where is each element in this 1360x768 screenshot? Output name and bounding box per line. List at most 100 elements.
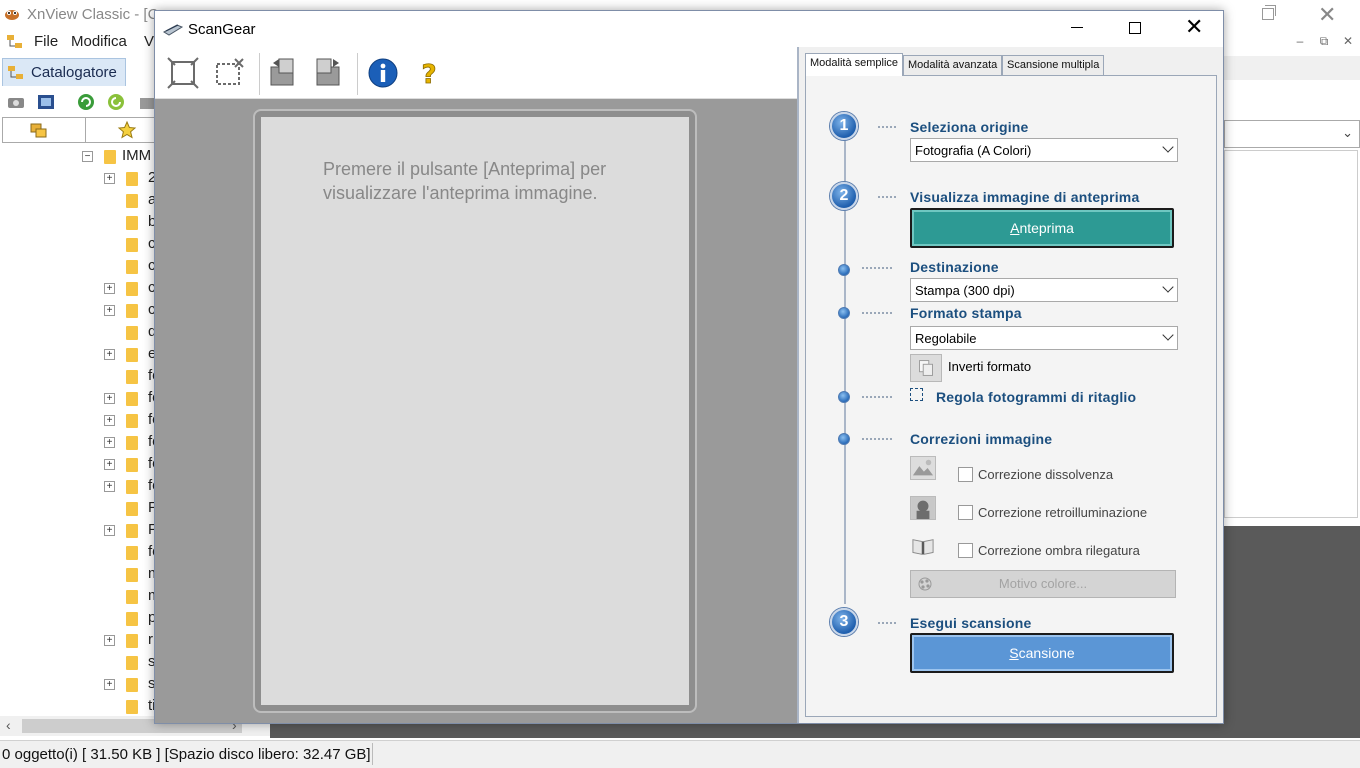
catalog-icon [8, 66, 23, 79]
tab-advanced-mode[interactable]: Modalità avanzata [903, 55, 1003, 75]
maximize-icon[interactable] [1129, 22, 1141, 34]
xnview-toolbar [0, 88, 160, 116]
preview-button-label: nteprima [1019, 220, 1074, 236]
tree-item-label: r [148, 631, 153, 648]
restore-icon[interactable]: ⧉ [1312, 34, 1336, 49]
expand-icon[interactable]: + [104, 679, 115, 690]
menu-view[interactable]: V [144, 33, 154, 50]
gutter-shadow-checkbox[interactable] [958, 543, 973, 558]
scan-button-mnemonic: S [1009, 645, 1019, 661]
xnview-file-list[interactable] [1224, 150, 1358, 518]
close-icon[interactable]: ✕ [1318, 2, 1336, 28]
invert-format-label: Inverti formato [948, 359, 1032, 374]
scroll-left-icon[interactable]: ‹ [6, 717, 11, 733]
tab-simple-mode[interactable]: Modalità semplice [805, 53, 904, 76]
scan-button[interactable]: Scansione [910, 633, 1174, 673]
xnview-window-title: XnView Classic - [C [27, 6, 159, 23]
fade-correction-icon [910, 456, 936, 480]
chevron-down-icon [1162, 329, 1174, 341]
destination-select[interactable]: Stampa (300 dpi) [910, 278, 1178, 302]
preview-platen: Premere il pulsante [Anteprima] per visu… [253, 109, 697, 713]
expand-icon[interactable]: + [104, 459, 115, 470]
minimize-icon[interactable] [1071, 27, 1083, 28]
rotate-right-icon[interactable] [311, 55, 347, 91]
expand-icon[interactable]: + [104, 283, 115, 294]
fit-select-icon[interactable] [165, 55, 201, 91]
backlight-correction-checkbox[interactable] [958, 505, 973, 520]
expand-icon[interactable]: + [104, 305, 115, 316]
folder-icon [104, 150, 116, 164]
image-corrections-label: Correzioni immagine [910, 431, 1053, 447]
expand-icon[interactable]: + [104, 437, 115, 448]
chevron-down-icon: ⌄ [1342, 125, 1353, 140]
collapse-icon[interactable]: − [82, 151, 93, 162]
preview-area[interactable]: Premere il pulsante [Anteprima] per visu… [155, 99, 797, 723]
fade-correction-checkbox[interactable] [958, 467, 973, 482]
folder-icon [126, 260, 138, 274]
folder-icon [126, 524, 138, 538]
folder-icon [126, 568, 138, 582]
folder-tree: − IMM +2abcc+c+cd+efo+fo+fo+fo+fo+foF+Ff… [0, 146, 156, 716]
folder-icon [126, 480, 138, 494]
folder-icon [126, 238, 138, 252]
close-icon[interactable]: ✕ [1185, 16, 1203, 38]
folder-icon [126, 678, 138, 692]
scangear-dialog: ScanGear ✕ ? Premere il pulsante [Antepr… [154, 10, 1224, 724]
tab-catalogatore[interactable]: Catalogatore [2, 58, 126, 86]
color-pattern-button[interactable]: Motivo colore... [910, 570, 1176, 598]
scangear-title: ScanGear [188, 21, 256, 38]
restore-icon[interactable] [1262, 5, 1276, 20]
crop-frame-icon [910, 388, 923, 401]
preview-button[interactable]: Anteprima [910, 208, 1174, 248]
tree-header [2, 117, 160, 143]
svg-text:?: ? [421, 60, 436, 90]
eye-icon[interactable] [6, 92, 26, 112]
expand-icon[interactable]: + [104, 415, 115, 426]
clear-select-icon[interactable] [211, 55, 247, 91]
toolbar-separator [357, 53, 358, 95]
xnview-path-dropdown[interactable]: ⌄ [1224, 120, 1360, 148]
preview-canvas[interactable]: Premere il pulsante [Anteprima] per visu… [261, 117, 689, 705]
folder-icon [126, 612, 138, 626]
folder-icon [126, 348, 138, 362]
expand-icon[interactable]: + [104, 349, 115, 360]
invert-format-button[interactable] [910, 354, 942, 382]
adjust-crop-frames-link[interactable]: Regola fotogrammi di ritaglio [936, 389, 1136, 405]
folder-icon [126, 216, 138, 230]
catalog-icon [7, 35, 22, 48]
close-icon[interactable]: ✕ [1336, 34, 1360, 48]
refresh-icon[interactable] [76, 92, 96, 112]
status-separator [372, 743, 373, 765]
info-icon[interactable] [365, 55, 401, 91]
destination-dot [838, 264, 850, 276]
xnview-preview-pane [1224, 526, 1360, 738]
minimize-icon[interactable]: – [1288, 34, 1312, 48]
expand-icon[interactable]: + [104, 635, 115, 646]
step-dots [862, 396, 892, 398]
print-size-select[interactable]: Regolabile [910, 326, 1178, 350]
expand-icon[interactable]: + [104, 525, 115, 536]
source-select[interactable]: Fotografia (A Colori) [910, 138, 1178, 162]
step-dots [862, 267, 892, 269]
step-dots [878, 196, 896, 198]
help-icon[interactable]: ? [411, 55, 447, 91]
tab-multi-scan[interactable]: Scansione multipla [1002, 55, 1105, 75]
expand-icon[interactable]: + [104, 481, 115, 492]
expand-icon[interactable]: + [104, 393, 115, 404]
star-icon[interactable] [117, 120, 137, 140]
status-bar: 0 oggetto(i) [ 31.50 KB ] [Spazio disco … [0, 740, 1360, 768]
folder-icon [126, 656, 138, 670]
folder-icon [126, 370, 138, 384]
menu-modifica[interactable]: Modifica [71, 33, 127, 50]
chevron-down-icon [1162, 141, 1174, 153]
menu-file[interactable]: File [34, 33, 58, 50]
folder-icon [126, 590, 138, 604]
rotate-left-icon[interactable] [265, 55, 301, 91]
expand-icon[interactable]: + [104, 173, 115, 184]
panel-divider[interactable] [797, 47, 799, 723]
destination-select-value: Stampa (300 dpi) [915, 283, 1015, 298]
folders-icon[interactable] [29, 120, 49, 140]
refresh-icon[interactable] [106, 92, 126, 112]
step-dots [862, 312, 892, 314]
fullscreen-icon[interactable] [36, 92, 56, 112]
